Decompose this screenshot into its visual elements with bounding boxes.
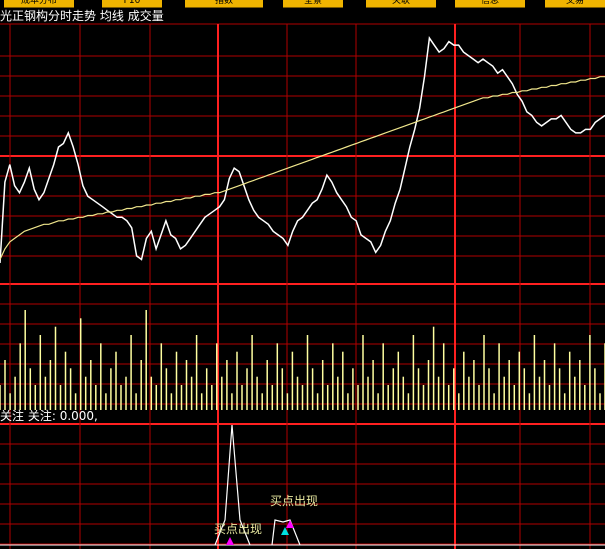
- indicator-value: 关注: 0.000,: [27, 409, 98, 423]
- average-price-line: [0, 76, 605, 260]
- indicator-line: 关注 关注: 0.000,: [0, 408, 98, 424]
- indicator-label: 关注: [0, 409, 25, 423]
- buy-signal-marker-2: [281, 527, 289, 535]
- intraday-chart[interactable]: 买点出现买点出现: [0, 0, 605, 549]
- price-line: [0, 36, 605, 264]
- buy-signal-label: 买点出现: [214, 522, 262, 536]
- buy-signal-label-2: 买点出现: [270, 494, 318, 508]
- buy-signal-marker: [226, 537, 234, 545]
